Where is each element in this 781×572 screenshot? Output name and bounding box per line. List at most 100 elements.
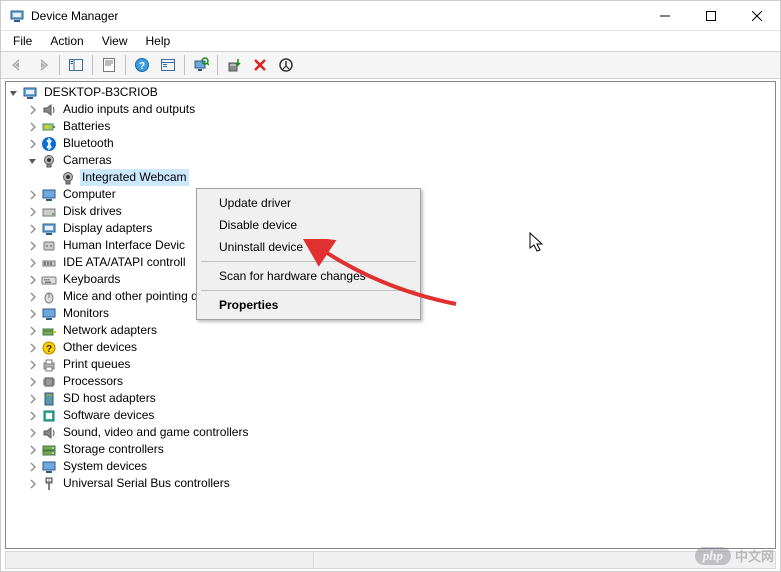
tree-category[interactable]: ?Other devices: [6, 339, 775, 356]
scan-hardware-button[interactable]: [189, 53, 213, 77]
expand-arrow-icon[interactable]: [25, 408, 41, 424]
tree-node-label: Human Interface Devic: [61, 237, 187, 254]
context-menu-item[interactable]: Uninstall device: [199, 236, 418, 258]
update-driver-button[interactable]: [222, 53, 246, 77]
context-menu-item[interactable]: Scan for hardware changes: [199, 265, 418, 287]
expand-arrow-icon[interactable]: [25, 136, 41, 152]
context-menu-item[interactable]: Disable device: [199, 214, 418, 236]
menu-help[interactable]: Help: [138, 32, 179, 50]
expand-arrow-icon[interactable]: [25, 102, 41, 118]
expand-arrow-icon[interactable]: [6, 85, 22, 101]
tree-category[interactable]: Storage controllers: [6, 441, 775, 458]
disable-button[interactable]: [274, 53, 298, 77]
tree-category[interactable]: Network adapters: [6, 322, 775, 339]
tree-category[interactable]: Sound, video and game controllers: [6, 424, 775, 441]
menu-bar: File Action View Help: [1, 31, 780, 51]
expand-arrow-icon[interactable]: [25, 323, 41, 339]
tree-node-label: Print queues: [61, 356, 132, 373]
tree-category[interactable]: Batteries: [6, 118, 775, 135]
expand-arrow-icon[interactable]: [44, 170, 60, 186]
properties-button[interactable]: [97, 53, 121, 77]
watermark-text: 中文网: [735, 546, 774, 565]
maximize-button[interactable]: [688, 1, 734, 30]
close-button[interactable]: [734, 1, 780, 30]
device-icon: [41, 136, 57, 152]
expand-arrow-icon[interactable]: [25, 272, 41, 288]
tree-node-label: Bluetooth: [61, 135, 116, 152]
tree-node-label: Cameras: [61, 152, 114, 169]
expand-arrow-icon[interactable]: [25, 442, 41, 458]
context-menu-item[interactable]: Properties: [199, 294, 418, 316]
context-menu-separator: [201, 290, 416, 291]
watermark-logo: php: [695, 547, 731, 565]
help-button[interactable]: ?: [130, 53, 154, 77]
tree-category[interactable]: Cameras: [6, 152, 775, 169]
status-panel-1: [6, 552, 314, 568]
expand-arrow-icon[interactable]: [25, 306, 41, 322]
window-title: Device Manager: [31, 9, 118, 23]
watermark: php 中文网: [695, 546, 774, 565]
tree-node-label: DESKTOP-B3CRIOB: [42, 84, 160, 101]
device-icon: [41, 306, 57, 322]
tree-category[interactable]: Software devices: [6, 407, 775, 424]
show-hide-console-tree-button[interactable]: [64, 53, 88, 77]
expand-arrow-icon[interactable]: [25, 187, 41, 203]
svg-text:?: ?: [46, 344, 52, 355]
device-icon: ?: [41, 340, 57, 356]
device-icon: [41, 408, 57, 424]
device-icon: [41, 391, 57, 407]
tree-category[interactable]: SD host adapters: [6, 390, 775, 407]
back-button: [5, 53, 29, 77]
expand-arrow-icon[interactable]: [25, 391, 41, 407]
device-icon: [41, 357, 57, 373]
expand-arrow-icon[interactable]: [25, 374, 41, 390]
tree-device[interactable]: Integrated Webcam: [6, 169, 775, 186]
expand-arrow-icon[interactable]: [25, 425, 41, 441]
svg-text:?: ?: [139, 61, 145, 72]
status-bar: [5, 551, 776, 569]
device-icon: [41, 221, 57, 237]
device-icon: [41, 255, 57, 271]
device-icon: [41, 238, 57, 254]
device-icon: [41, 153, 57, 169]
device-icon: [41, 425, 57, 441]
tree-node-label: Integrated Webcam: [80, 169, 189, 186]
menu-action[interactable]: Action: [42, 32, 91, 50]
toolbar-separator: [59, 55, 60, 75]
menu-file[interactable]: File: [5, 32, 40, 50]
expand-arrow-icon[interactable]: [25, 459, 41, 475]
device-icon: [60, 170, 76, 186]
tree-root[interactable]: DESKTOP-B3CRIOB: [6, 84, 775, 101]
device-icon: [41, 272, 57, 288]
device-icon: [41, 102, 57, 118]
expand-arrow-icon[interactable]: [25, 340, 41, 356]
action-button[interactable]: [156, 53, 180, 77]
device-icon: [41, 374, 57, 390]
uninstall-button[interactable]: [248, 53, 272, 77]
minimize-button[interactable]: [642, 1, 688, 30]
tree-category[interactable]: Processors: [6, 373, 775, 390]
device-icon: [41, 442, 57, 458]
toolbar: ?: [1, 51, 780, 79]
expand-arrow-icon[interactable]: [25, 476, 41, 492]
expand-arrow-icon[interactable]: [25, 357, 41, 373]
tree-category[interactable]: Bluetooth: [6, 135, 775, 152]
menu-view[interactable]: View: [94, 32, 136, 50]
tree-category[interactable]: Universal Serial Bus controllers: [6, 475, 775, 492]
expand-arrow-icon[interactable]: [25, 204, 41, 220]
expand-arrow-icon[interactable]: [25, 153, 41, 169]
tree-category[interactable]: System devices: [6, 458, 775, 475]
tree-node-label: Storage controllers: [61, 441, 166, 458]
context-menu-item[interactable]: Update driver: [199, 192, 418, 214]
expand-arrow-icon[interactable]: [25, 119, 41, 135]
expand-arrow-icon[interactable]: [25, 289, 41, 305]
expand-arrow-icon[interactable]: [25, 238, 41, 254]
tree-node-label: SD host adapters: [61, 390, 158, 407]
tree-node-label: Software devices: [61, 407, 156, 424]
toolbar-separator: [92, 55, 93, 75]
tree-category[interactable]: Print queues: [6, 356, 775, 373]
expand-arrow-icon[interactable]: [25, 221, 41, 237]
tree-category[interactable]: Audio inputs and outputs: [6, 101, 775, 118]
expand-arrow-icon[interactable]: [25, 255, 41, 271]
device-icon: [41, 187, 57, 203]
